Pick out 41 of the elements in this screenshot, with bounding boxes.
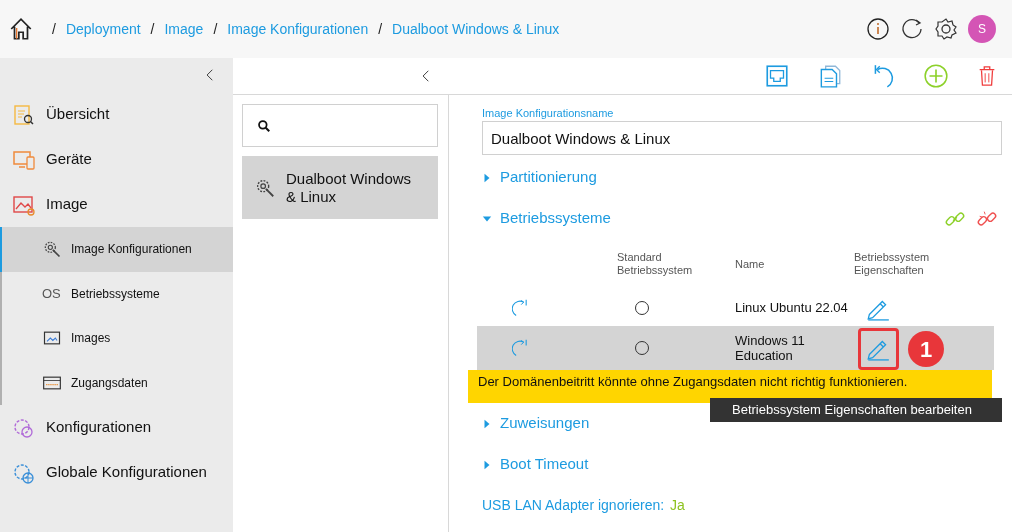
breadcrumb-separator: / (52, 19, 56, 39)
table-cell-text: Windows 11 Education (735, 333, 806, 363)
field-label: Image Konfigurationsname (482, 107, 615, 120)
sidebar-subitem[interactable]: Images (2, 316, 233, 361)
setting-label: USB LAN Adapter ignorieren: (482, 495, 665, 515)
network-port-icon[interactable] (764, 63, 790, 89)
column-header: Standard Betriebssystem (617, 251, 694, 277)
name-input-field[interactable]: Dualboot Windows & Linux (482, 121, 1002, 155)
table-cell-text: Linux Ubuntu 22.04 (735, 300, 849, 315)
column-header: Betriebssystem Eigenschaften (854, 251, 931, 277)
collapsed-caret-icon[interactable] (482, 459, 492, 470)
sidebar-item[interactable]: Image (0, 182, 233, 227)
tooltip: Betriebssystem Eigenschaften bearbeiten (710, 398, 1002, 422)
list-item[interactable]: Dualboot Windows & Linux (242, 156, 438, 219)
breadcrumb-separator: / (150, 19, 155, 39)
collapsed-caret-icon[interactable] (482, 418, 492, 429)
sidebar-item[interactable]: Globale Konfigurationen (0, 450, 233, 495)
search-icon (257, 118, 271, 133)
sidebar-subitem[interactable]: Image Konfigurationen (0, 227, 233, 272)
breadcrumb-separator: / (213, 19, 218, 39)
home-icon[interactable] (8, 16, 34, 42)
os-label: OS (42, 285, 62, 303)
sidebar-item[interactable]: Geräte (0, 137, 233, 182)
warning-text: Der Domänenbeitritt könnte ohne Zugangsdaten nicht richtig funktionieren. (478, 374, 908, 389)
step-badge: 1 (908, 331, 944, 367)
add-icon[interactable] (923, 63, 949, 89)
column-header: Name (735, 257, 766, 271)
sidebar-item[interactable]: Übersicht (0, 92, 233, 137)
sidebar-subitem[interactable]: OS Betriebssysteme (2, 271, 233, 316)
document-search-icon (12, 102, 36, 127)
sidebar-subitem[interactable]: Zugangsdaten (2, 360, 233, 405)
search-field[interactable] (242, 104, 438, 147)
breadcrumb-separator: / (378, 19, 383, 39)
refresh-icon[interactable] (900, 17, 924, 41)
sidebar-item[interactable]: Konfigurationen (0, 405, 233, 450)
info-icon[interactable] (866, 17, 890, 41)
user-avatar[interactable]: S (968, 15, 996, 43)
collapsed-caret-icon[interactable] (482, 172, 492, 183)
settings-icon[interactable] (934, 17, 958, 41)
table-row[interactable]: Windows 11 Education 1 (477, 326, 994, 370)
setting-value: Ja (670, 495, 685, 515)
